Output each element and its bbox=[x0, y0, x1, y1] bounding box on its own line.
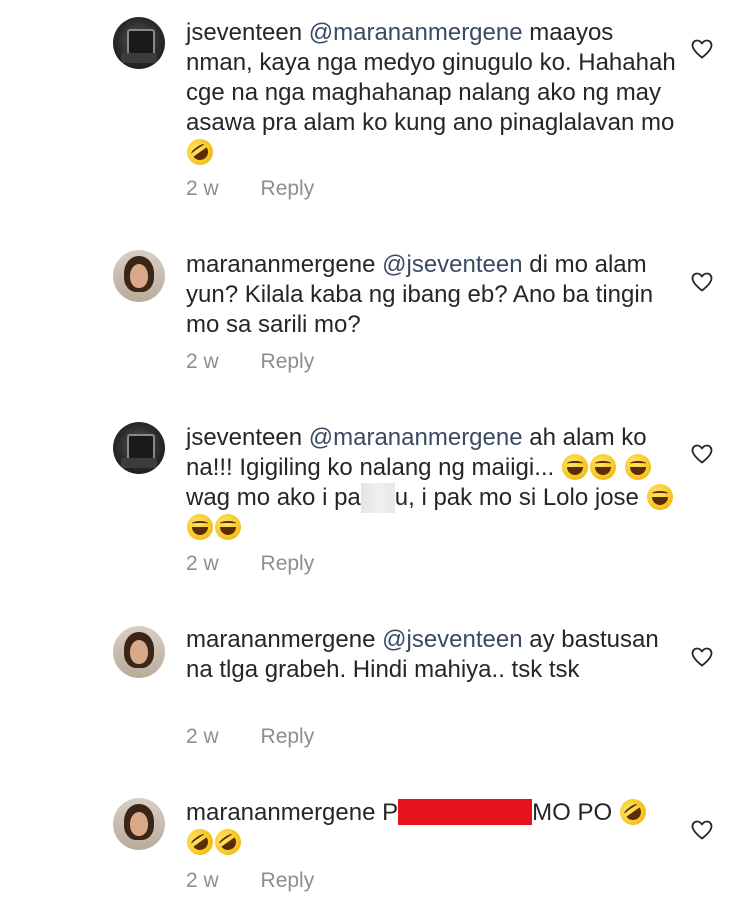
reply-button[interactable]: Reply bbox=[261, 177, 315, 201]
mention-link[interactable]: @jseventeen bbox=[382, 626, 522, 653]
reply-button[interactable]: Reply bbox=[261, 725, 315, 749]
comment-meta: 2 w Reply bbox=[186, 350, 314, 374]
comment-message: u, i pak mo si Lolo jose bbox=[394, 484, 639, 511]
tears-of-joy-emoji bbox=[187, 514, 213, 540]
mention-link[interactable]: @marananmergene bbox=[309, 19, 523, 46]
comment-text: jseventeen @marananmergene ah alam ko na… bbox=[186, 423, 676, 543]
avatar[interactable] bbox=[113, 17, 165, 69]
heart-icon[interactable] bbox=[690, 442, 714, 466]
heart-icon[interactable] bbox=[690, 37, 714, 61]
avatar[interactable] bbox=[113, 798, 165, 850]
blurred-redaction bbox=[360, 483, 395, 513]
comment-text: marananmergene @jseventeen ay bastusan n… bbox=[186, 625, 676, 685]
comment-meta: 2 w Reply bbox=[186, 552, 314, 576]
mention-link[interactable]: @marananmergene bbox=[309, 424, 523, 451]
timestamp: 2 w bbox=[186, 350, 219, 373]
timestamp: 2 w bbox=[186, 725, 219, 748]
grin-sweat-emoji bbox=[624, 454, 651, 480]
grin-sweat-emoji bbox=[561, 454, 588, 480]
comment-message: wag mo ako i pa bbox=[186, 484, 361, 511]
timestamp: 2 w bbox=[186, 177, 219, 200]
rofl-emoji bbox=[181, 133, 219, 171]
reply-button[interactable]: Reply bbox=[261, 552, 315, 576]
username[interactable]: jseventeen bbox=[186, 19, 302, 46]
rofl-emoji bbox=[209, 823, 247, 861]
comment-text: jseventeen @marananmergene maayos nman, … bbox=[181, 18, 676, 171]
rofl-emoji bbox=[181, 823, 219, 861]
timestamp: 2 w bbox=[186, 869, 219, 892]
comment-message: P bbox=[382, 799, 399, 826]
comment-text: marananmergene @jseventeen di mo alam yu… bbox=[186, 250, 676, 340]
mention-link[interactable]: @jseventeen bbox=[382, 251, 522, 278]
tears-of-joy-emoji bbox=[215, 514, 241, 540]
username[interactable]: marananmergene bbox=[186, 799, 375, 826]
comment-message: MO PO bbox=[532, 799, 613, 826]
reply-button[interactable]: Reply bbox=[261, 350, 315, 374]
tears-of-joy-emoji bbox=[646, 484, 673, 510]
red-redaction bbox=[398, 799, 533, 825]
username[interactable]: marananmergene bbox=[186, 626, 375, 653]
grin-sweat-emoji bbox=[589, 454, 616, 480]
comment-text: marananmergene P MO PO bbox=[181, 793, 676, 861]
heart-icon[interactable] bbox=[690, 270, 714, 294]
avatar[interactable] bbox=[113, 422, 165, 474]
heart-icon[interactable] bbox=[690, 818, 714, 842]
comment-meta: 2 w Reply bbox=[186, 177, 314, 201]
comment-meta: 2 w Reply bbox=[186, 725, 314, 749]
username[interactable]: marananmergene bbox=[186, 251, 375, 278]
reply-button[interactable]: Reply bbox=[261, 869, 315, 893]
avatar[interactable] bbox=[113, 250, 165, 302]
timestamp: 2 w bbox=[186, 552, 219, 575]
rofl-emoji bbox=[614, 793, 651, 831]
avatar[interactable] bbox=[113, 626, 165, 678]
username[interactable]: jseventeen bbox=[186, 424, 302, 451]
comment-meta: 2 w Reply bbox=[186, 869, 314, 893]
heart-icon[interactable] bbox=[690, 645, 714, 669]
